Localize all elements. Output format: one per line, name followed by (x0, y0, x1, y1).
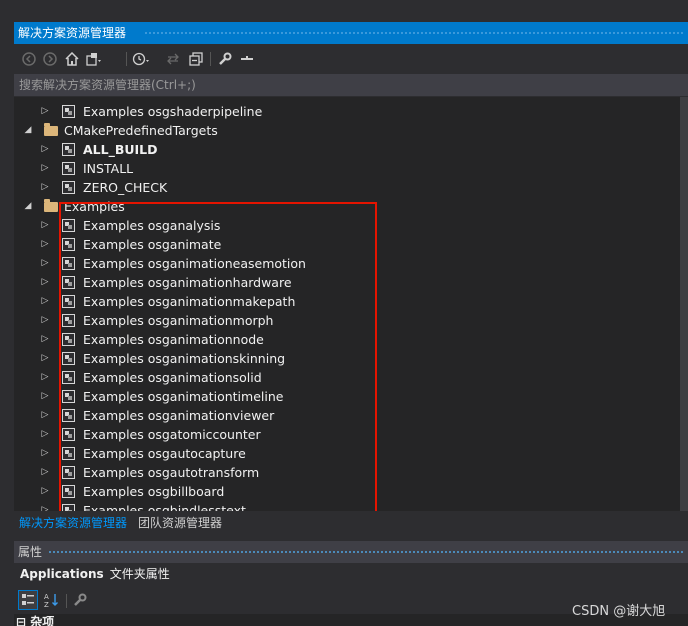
collapsed-arrow-icon[interactable]: ▷ (41, 444, 49, 463)
folder-icon (44, 123, 58, 136)
tree-project-row[interactable]: ▷ ALL_BUILD (14, 140, 688, 159)
collapsed-arrow-icon[interactable]: ▷ (41, 216, 49, 235)
tree-project-row[interactable]: ▷ Examples osgshaderpipeline (14, 102, 688, 121)
panel-divider[interactable] (0, 533, 688, 541)
tree-project-row[interactable]: ▷ ZERO_CHECK (14, 178, 688, 197)
properties-grip (48, 550, 684, 554)
history-icon[interactable] (132, 50, 150, 68)
collapsed-arrow-icon[interactable]: ▷ (41, 330, 49, 349)
toolbar-separator (126, 52, 127, 66)
tree-item-label: Examples osgshaderpipeline (83, 104, 263, 119)
toolbar-separator (66, 594, 67, 608)
collapsed-arrow-icon[interactable]: ▷ (41, 406, 49, 425)
collapsed-arrow-icon[interactable]: ▷ (41, 463, 49, 482)
toolbar-separator (210, 52, 211, 66)
titlebar-grip (144, 31, 684, 35)
properties-title: 属性 (18, 545, 43, 559)
window-top-strip (0, 0, 688, 22)
sync-icon[interactable] (164, 50, 182, 68)
collapsed-arrow-icon[interactable]: ▷ (41, 178, 49, 197)
collapsed-arrow-icon[interactable]: ▷ (41, 501, 49, 511)
tree-item-label: ALL_BUILD (83, 142, 158, 157)
home-icon[interactable] (63, 50, 81, 68)
project-icon (62, 143, 75, 156)
collapsed-arrow-icon[interactable]: ▷ (41, 273, 49, 292)
tree-scrollbar[interactable] (680, 97, 688, 511)
tree-folder-row[interactable]: ◢ CMakePredefinedTargets (14, 121, 688, 140)
tree-item-label: CMakePredefinedTargets (64, 123, 218, 138)
collapsed-arrow-icon[interactable]: ▷ (41, 159, 49, 178)
solution-explorer-titlebar[interactable]: 解决方案资源管理器 (14, 22, 688, 44)
properties-titlebar[interactable]: 属性 (14, 541, 688, 563)
collapsed-arrow-icon[interactable]: ▷ (41, 482, 49, 501)
alphabetical-sort-icon[interactable]: AZ (41, 590, 61, 610)
tab-solution-explorer[interactable]: 解决方案资源管理器 (19, 514, 127, 531)
property-pages-wrench-icon[interactable] (70, 590, 90, 610)
collapsed-arrow-icon[interactable]: ▷ (41, 311, 49, 330)
collapsed-arrow-icon[interactable]: ▷ (41, 254, 49, 273)
preview-icon[interactable] (238, 50, 256, 68)
expanded-arrow-icon[interactable]: ◢ (24, 197, 32, 216)
project-icon (62, 162, 75, 175)
panel-title: 解决方案资源管理器 (18, 26, 127, 40)
watermark: CSDN @谢大旭 (572, 604, 666, 619)
collapsed-arrow-icon[interactable]: ▷ (41, 425, 49, 444)
back-icon[interactable] (20, 50, 38, 68)
properties-subject-type: 文件夹属性 (109, 567, 170, 581)
properties-wrench-icon[interactable] (216, 50, 234, 68)
collapsed-arrow-icon[interactable]: ▷ (41, 368, 49, 387)
collapsed-arrow-icon[interactable]: ▷ (41, 140, 49, 159)
project-icon (62, 105, 75, 118)
panel-tabs: 解决方案资源管理器 团队资源管理器 (14, 511, 688, 533)
tab-team-explorer[interactable]: 团队资源管理器 (138, 514, 222, 531)
categorized-icon[interactable] (18, 590, 38, 610)
project-icon (62, 181, 75, 194)
collapsed-arrow-icon[interactable]: ▷ (41, 102, 49, 121)
forward-icon[interactable] (41, 50, 59, 68)
svg-text:A: A (44, 593, 49, 601)
expanded-arrow-icon[interactable]: ◢ (24, 121, 32, 140)
properties-subject[interactable]: Applications 文件夹属性 (14, 563, 688, 586)
properties-subject-name: Applications (20, 567, 104, 581)
tree-project-row[interactable]: ▷ INSTALL (14, 159, 688, 178)
collapsed-arrow-icon[interactable]: ▷ (41, 387, 49, 406)
folder-icon (44, 199, 58, 212)
search-placeholder: 搜索解决方案资源管理器(Ctrl+;) (19, 78, 196, 92)
highlight-box (59, 202, 377, 518)
svg-text:Z: Z (44, 601, 49, 608)
collapsed-arrow-icon[interactable]: ▷ (41, 235, 49, 254)
collapse-all-icon[interactable] (187, 50, 205, 68)
collapsed-arrow-icon[interactable]: ▷ (41, 292, 49, 311)
properties-category-label: ⊟ 杂项 (16, 614, 54, 626)
properties-category-name: 杂项 (30, 615, 55, 626)
solution-explorer-toolbar (14, 44, 688, 74)
search-input[interactable]: 搜索解决方案资源管理器(Ctrl+;) (14, 74, 688, 96)
tree-item-label: ZERO_CHECK (83, 180, 168, 195)
collapse-category-icon[interactable]: ⊟ (16, 615, 26, 626)
tree-item-label: INSTALL (83, 161, 134, 176)
collapsed-arrow-icon[interactable]: ▷ (41, 349, 49, 368)
switch-views-icon[interactable] (85, 50, 103, 68)
